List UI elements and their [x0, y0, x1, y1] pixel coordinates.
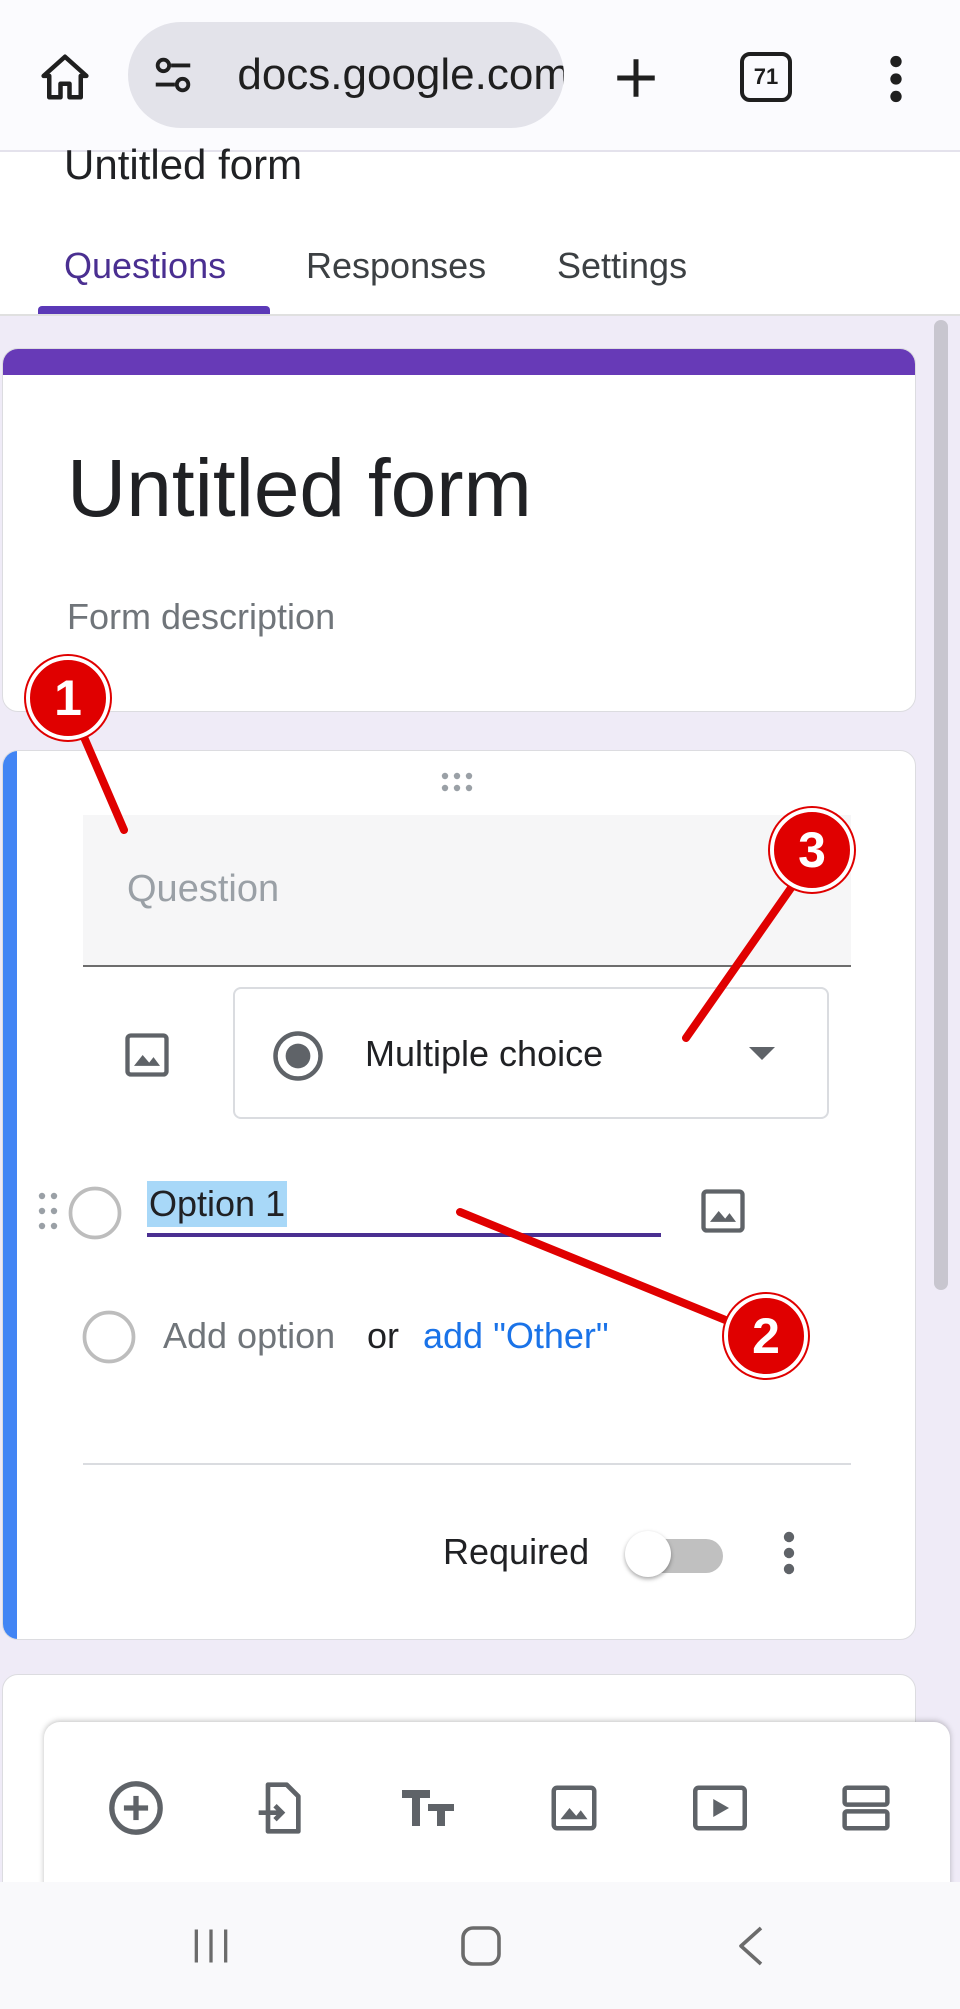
- option-input[interactable]: Option 1: [147, 1179, 661, 1237]
- tab-switcher-button[interactable]: 71: [740, 52, 792, 102]
- add-other-link[interactable]: add "Other": [423, 1313, 609, 1359]
- site-settings-icon[interactable]: [150, 52, 196, 98]
- more-vert-icon[interactable]: [769, 1525, 809, 1581]
- question-input[interactable]: Question: [83, 815, 851, 967]
- title-card[interactable]: Untitled form Form description: [2, 348, 916, 712]
- form-description-field[interactable]: Form description: [67, 595, 335, 639]
- divider: [83, 1463, 851, 1465]
- question-type-label: Multiple choice: [365, 1033, 604, 1074]
- annotation-marker-1: 1: [26, 656, 110, 740]
- dropdown-arrow-icon: [749, 1047, 775, 1060]
- required-label: Required: [443, 1531, 590, 1572]
- form-title[interactable]: Untitled form: [67, 439, 532, 539]
- add-option-button[interactable]: Add option: [163, 1313, 335, 1359]
- add-question-icon[interactable]: [98, 1770, 174, 1846]
- question-card[interactable]: Question Multiple choice Option 1 Add op…: [2, 750, 916, 1640]
- form-tabs: Questions Responses Settings: [0, 230, 960, 316]
- title-card-accent: [3, 349, 915, 375]
- image-icon[interactable]: [111, 1019, 183, 1091]
- image-icon[interactable]: [691, 1179, 755, 1243]
- option-text: Option 1: [147, 1181, 288, 1227]
- tab-questions[interactable]: Questions: [64, 244, 226, 288]
- question-type-dropdown[interactable]: Multiple choice: [233, 987, 829, 1119]
- back-icon[interactable]: [706, 1904, 796, 1988]
- radio-selected-icon: [273, 1031, 323, 1081]
- drag-handle-icon[interactable]: [439, 771, 483, 798]
- add-image-icon[interactable]: [536, 1770, 612, 1846]
- tab-responses[interactable]: Responses: [306, 244, 486, 288]
- scrollbar[interactable]: [934, 320, 948, 1290]
- home-icon[interactable]: [30, 44, 100, 110]
- floating-toolbar: [44, 1722, 950, 1892]
- annotation-marker-3: 3: [770, 808, 854, 892]
- add-title-icon[interactable]: [390, 1770, 466, 1846]
- tab-settings[interactable]: Settings: [557, 244, 687, 288]
- browser-toolbar: docs.google.com 71: [0, 0, 960, 152]
- question-placeholder: Question: [127, 868, 280, 910]
- form-header-title: Untitled form: [64, 141, 303, 188]
- required-toggle[interactable]: [625, 1531, 727, 1577]
- url-text: docs.google.com: [237, 50, 564, 99]
- option-drag-handle-icon[interactable]: [37, 1191, 59, 1240]
- home-icon[interactable]: [436, 1904, 526, 1988]
- add-section-icon[interactable]: [828, 1770, 904, 1846]
- or-label: or: [367, 1315, 400, 1356]
- add-video-icon[interactable]: [682, 1770, 758, 1846]
- system-navigation-bar: [0, 1882, 960, 2009]
- more-vert-icon[interactable]: [872, 44, 920, 114]
- active-tab-indicator: [38, 306, 270, 314]
- active-card-indicator: [3, 751, 17, 1639]
- address-bar[interactable]: docs.google.com: [128, 22, 564, 128]
- recents-icon[interactable]: [166, 1904, 256, 1988]
- annotation-marker-2: 2: [724, 1294, 808, 1378]
- import-questions-icon[interactable]: [244, 1770, 320, 1846]
- plus-icon[interactable]: [600, 42, 672, 114]
- option-radio-icon: [68, 1186, 122, 1240]
- add-option-radio-icon: [82, 1310, 136, 1364]
